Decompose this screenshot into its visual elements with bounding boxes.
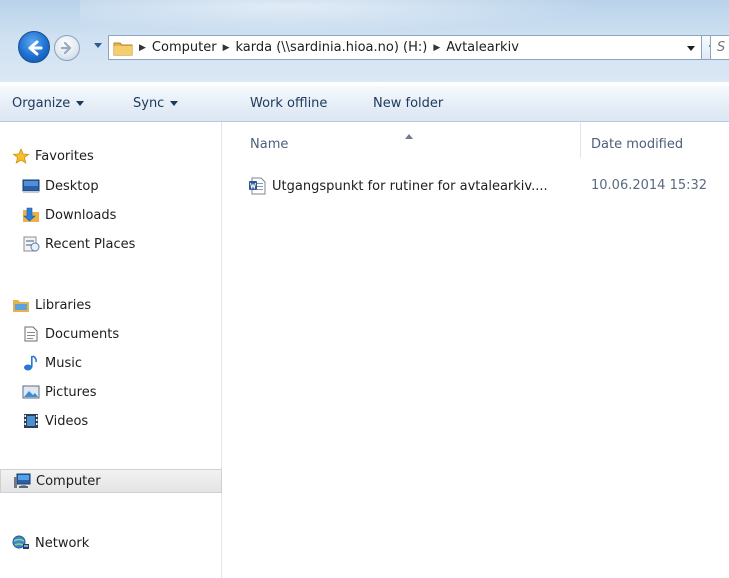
back-arrow-icon (28, 40, 43, 56)
nav-item-label: Recent Places (45, 236, 136, 252)
new-folder-button[interactable]: New folder (373, 87, 443, 121)
nav-item-label: Downloads (45, 207, 117, 223)
nav-item-desktop[interactable]: Desktop (22, 174, 222, 198)
forward-arrow-icon (60, 41, 72, 55)
nav-computer-label: Computer (36, 473, 101, 489)
downloads-folder-icon (22, 207, 40, 223)
nav-favorites[interactable]: Favorites (12, 144, 222, 168)
nav-network-label: Network (35, 535, 90, 551)
sort-ascending-icon (405, 134, 413, 139)
column-divider[interactable] (580, 122, 581, 158)
new-folder-label: New folder (373, 96, 444, 111)
nav-item-label: Desktop (45, 178, 99, 194)
breadcrumb-drive[interactable]: karda (\\sardinia.hioa.no) (H:) (235, 40, 427, 55)
videos-icon (22, 413, 40, 429)
back-button[interactable] (18, 31, 50, 63)
nav-favorites-label: Favorites (35, 148, 94, 164)
nav-libraries[interactable]: Libraries (12, 293, 222, 317)
breadcrumb-computer[interactable]: Computer (152, 40, 217, 55)
navigation-buttons (18, 31, 108, 65)
nav-item-downloads[interactable]: Downloads (22, 203, 222, 227)
window-titlebar: ▶ Computer ▶ karda (\\sardinia.hioa.no) … (0, 0, 729, 82)
desktop-icon (22, 178, 40, 194)
chevron-down-icon (170, 101, 179, 106)
star-icon (12, 148, 30, 164)
organize-button[interactable]: Organize (12, 87, 85, 121)
pictures-icon (22, 384, 40, 400)
work-offline-button[interactable]: Work offline (250, 87, 327, 121)
recent-places-icon (22, 236, 40, 252)
nav-libraries-label: Libraries (35, 297, 92, 313)
nav-item-videos[interactable]: Videos (22, 409, 222, 433)
breadcrumb-separator-icon[interactable]: ▶ (139, 43, 146, 53)
music-note-icon (22, 355, 40, 371)
chevron-down-icon (76, 101, 85, 106)
nav-item-recent-places[interactable]: Recent Places (22, 232, 222, 256)
file-row[interactable]: Utgangspunkt for rutiner for avtalearkiv… (244, 175, 729, 197)
nav-item-pictures[interactable]: Pictures (22, 380, 222, 404)
search-input[interactable]: S (710, 35, 729, 60)
nav-item-label: Music (45, 355, 82, 371)
libraries-icon (12, 297, 30, 313)
recent-pages-dropdown[interactable] (94, 43, 102, 48)
file-list-view: Name Date modified Utgangspunkt for ruti… (222, 122, 729, 578)
breadcrumb-current-folder[interactable]: Avtalearkiv (446, 40, 519, 55)
network-icon (12, 535, 30, 551)
navigation-pane: Favorites Desktop Downloads Recent Place… (0, 122, 222, 578)
nav-computer[interactable]: Computer (0, 469, 222, 493)
column-header-name[interactable]: Name (250, 137, 288, 152)
file-date-modified: 10.06.2014 15:32 (591, 178, 708, 193)
forward-button[interactable] (54, 35, 80, 61)
word-document-icon (248, 177, 266, 195)
column-header-row: Name Date modified (222, 122, 729, 168)
address-history-dropdown[interactable] (681, 36, 701, 59)
nav-item-label: Videos (45, 413, 89, 429)
nav-item-label: Documents (45, 326, 120, 342)
nav-item-label: Pictures (45, 384, 97, 400)
work-offline-label: Work offline (250, 96, 328, 111)
breadcrumb-separator-icon[interactable]: ▶ (433, 43, 440, 53)
computer-icon (13, 473, 31, 489)
sync-button[interactable]: Sync (133, 87, 179, 121)
organize-label: Organize (12, 96, 71, 111)
documents-icon (22, 326, 40, 342)
folder-icon (113, 40, 133, 56)
sync-label: Sync (133, 96, 165, 111)
command-bar: Organize Sync Work offline New folder (0, 86, 729, 122)
breadcrumb-separator-icon[interactable]: ▶ (223, 43, 230, 53)
nav-network[interactable]: Network (12, 531, 222, 555)
nav-item-documents[interactable]: Documents (22, 322, 222, 346)
address-bar[interactable]: ▶ Computer ▶ karda (\\sardinia.hioa.no) … (108, 35, 702, 60)
column-header-date-modified[interactable]: Date modified (591, 137, 683, 152)
file-name[interactable]: Utgangspunkt for rutiner for avtalearkiv… (272, 179, 548, 194)
nav-item-music[interactable]: Music (22, 351, 222, 375)
